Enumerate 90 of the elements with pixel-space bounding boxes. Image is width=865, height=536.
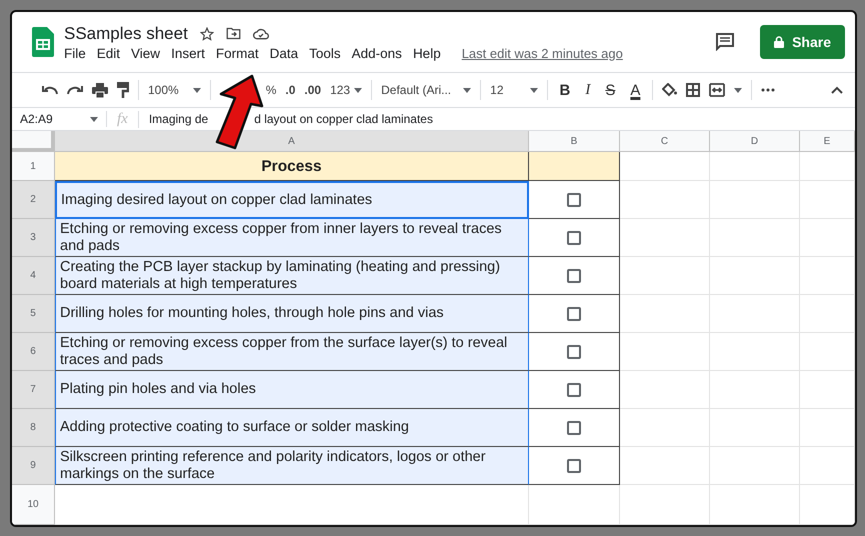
percent-button[interactable]: % (266, 83, 276, 97)
caret-icon (734, 88, 742, 92)
row-header[interactable]: 3 (12, 219, 55, 257)
checkbox[interactable] (567, 192, 581, 206)
row-header[interactable]: 6 (12, 333, 55, 371)
table-cell: Plating pin holes and via holes (55, 371, 529, 409)
font-dropdown[interactable]: Default (Ari... (381, 83, 472, 97)
folder-icon[interactable] (226, 27, 241, 40)
italic-button[interactable]: I (582, 82, 594, 98)
cloud-icon[interactable] (252, 28, 269, 40)
caret-icon (463, 88, 472, 92)
row-header[interactable]: 1 (12, 152, 55, 181)
column-header[interactable]: C (620, 131, 710, 152)
checkbox[interactable] (567, 344, 581, 358)
table-cell: Silkscreen printing reference and polarity indicators, logos or other markings on the surface (55, 447, 529, 485)
redo-icon[interactable] (67, 85, 83, 95)
caret-icon (90, 116, 98, 122)
menu-item[interactable]: Help (412, 46, 441, 60)
print-icon[interactable] (92, 82, 108, 98)
merge-cells-icon[interactable] (709, 83, 726, 97)
table-cell (800, 219, 855, 257)
row-header[interactable]: 5 (12, 295, 55, 333)
share-button[interactable]: Share (760, 25, 845, 59)
formula-text[interactable]: d layout on copper clad laminates (208, 112, 433, 126)
sheets-logo-icon[interactable] (32, 27, 54, 57)
column-header[interactable]: B (529, 131, 620, 152)
table-cell (800, 485, 855, 525)
table-cell (800, 181, 855, 219)
comment-icon[interactable] (716, 33, 734, 51)
borders-icon[interactable] (686, 83, 700, 97)
menu-item[interactable]: Insert (171, 46, 205, 60)
table-cell: Etching or removing excess copper from inner layers to reveal traces and pads (55, 219, 529, 257)
number-format-dropdown[interactable]: 123 (330, 83, 362, 97)
table-cell (800, 371, 855, 409)
table-cell: Etching or removing excess copper from the surface layer(s) to reveal traces and pads (55, 333, 529, 371)
table-cell: Imaging desired layout on copper clad laminates (55, 181, 529, 219)
table-cell (800, 409, 855, 447)
row-header[interactable]: 7 (12, 371, 55, 409)
table-cell: Drilling holes for mounting holes, through hole pins and vias (55, 295, 529, 333)
table-cell: Creating the PCB layer stackup by laminating (heating and pressing) board materials at high temperatures (55, 257, 529, 295)
table-cell: Adding protective coating to surface or solder masking (55, 409, 529, 447)
decrease-decimal-button[interactable]: .0 (285, 83, 296, 97)
row-header[interactable]: 4 (12, 257, 55, 295)
row-header[interactable]: 8 (12, 409, 55, 447)
column-header[interactable]: D (710, 131, 800, 152)
caret-icon (530, 88, 538, 92)
menu-item[interactable]: Tools (309, 46, 341, 60)
table-cell (800, 152, 855, 181)
table-cell (800, 447, 855, 485)
fx-label: fx (107, 110, 139, 128)
column-header[interactable]: A (55, 131, 529, 152)
menu-item[interactable]: View (131, 46, 160, 60)
row-header[interactable]: 2 (12, 181, 55, 219)
column-header[interactable]: E (800, 131, 855, 152)
checkbox[interactable] (567, 268, 581, 282)
increase-decimal-button[interactable]: .00 (304, 83, 322, 97)
table-cell (800, 295, 855, 333)
menu-item[interactable]: Format (216, 46, 259, 60)
checkbox[interactable] (567, 230, 581, 244)
font-size-dropdown[interactable]: 12 (490, 83, 538, 97)
more-icon[interactable] (761, 88, 776, 92)
caret-icon (192, 88, 201, 92)
row-header[interactable]: 10 (12, 485, 55, 525)
checkbox[interactable] (567, 420, 581, 434)
menu-item[interactable]: Data (270, 46, 298, 60)
star-icon[interactable] (200, 26, 214, 40)
formula-text[interactable]: Imaging de (138, 112, 208, 126)
undo-icon[interactable] (42, 85, 58, 95)
collapse-icon[interactable] (831, 86, 843, 94)
row-header[interactable]: 9 (12, 447, 55, 485)
menu-item[interactable]: Edit (96, 46, 120, 60)
table-cell (800, 333, 855, 371)
fill-color-icon[interactable] (662, 83, 678, 97)
checkbox[interactable] (567, 306, 581, 320)
name-box[interactable]: A2:A9 (12, 111, 107, 127)
zoom-dropdown[interactable]: 100% (148, 83, 201, 97)
color-button[interactable]: A (627, 82, 644, 98)
bold-button[interactable]: B (556, 82, 574, 98)
lock-icon (774, 36, 784, 48)
last-edit-link[interactable]: Last edit was 2 minutes ago (462, 46, 623, 60)
document-title[interactable]: SSamples sheet (64, 24, 188, 44)
table-cell: Process (55, 152, 529, 181)
menu-item[interactable]: Add-ons (352, 46, 402, 60)
strike-button[interactable]: S (602, 82, 618, 98)
paint-format-icon[interactable] (117, 82, 129, 98)
table-cell (800, 257, 855, 295)
menu-item[interactable]: File (64, 46, 86, 60)
caret-icon (354, 88, 362, 92)
checkbox[interactable] (567, 382, 581, 396)
checkbox[interactable] (567, 458, 581, 472)
